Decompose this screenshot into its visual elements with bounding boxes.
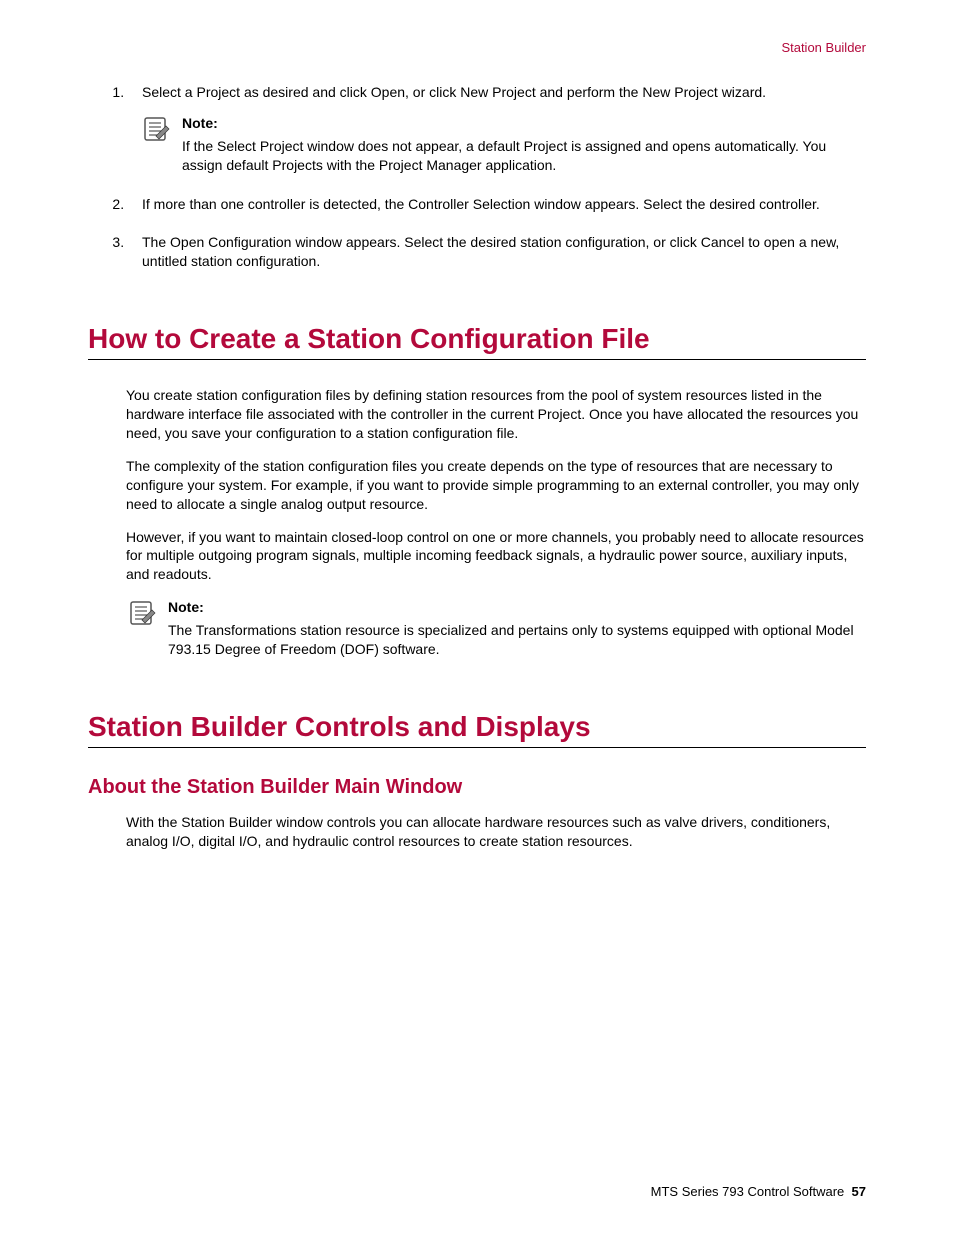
step-3: The Open Configuration window appears. S…: [128, 233, 866, 271]
note-text-2: The Transformations station resource is …: [168, 622, 854, 657]
steps-list: Select a Project as desired and click Op…: [88, 83, 866, 271]
note-label-1: Note:: [182, 114, 866, 133]
note-block-1: Note: If the Select Project window does …: [142, 114, 866, 175]
heading-controls-displays: Station Builder Controls and Displays: [88, 711, 866, 748]
note-block-2: Note: The Transformations station resour…: [128, 598, 866, 659]
note-body-2: Note: The Transformations station resour…: [168, 598, 866, 659]
page-footer: MTS Series 793 Control Software 57: [651, 1184, 866, 1199]
step-1-text: Select a Project as desired and click Op…: [142, 84, 766, 100]
step-2: If more than one controller is detected,…: [128, 195, 866, 214]
note-icon: [128, 598, 158, 628]
heading-create-config: How to Create a Station Configuration Fi…: [88, 323, 866, 360]
header-section-name: Station Builder: [88, 40, 866, 55]
section1-p1: You create station configuration files b…: [126, 386, 866, 443]
section2-p1: With the Station Builder window controls…: [126, 813, 866, 851]
subheading-main-window: About the Station Builder Main Window: [88, 776, 866, 799]
note-icon: [142, 114, 172, 144]
section1-p2: The complexity of the station configurat…: [126, 457, 866, 514]
footer-page-number: 57: [852, 1184, 866, 1199]
note-body-1: Note: If the Select Project window does …: [182, 114, 866, 175]
footer-doc-title: MTS Series 793 Control Software: [651, 1184, 845, 1199]
note-label-2: Note:: [168, 598, 866, 617]
note-text-1: If the Select Project window does not ap…: [182, 138, 826, 173]
section1-p3: However, if you want to maintain closed-…: [126, 528, 866, 585]
step-1: Select a Project as desired and click Op…: [128, 83, 866, 175]
